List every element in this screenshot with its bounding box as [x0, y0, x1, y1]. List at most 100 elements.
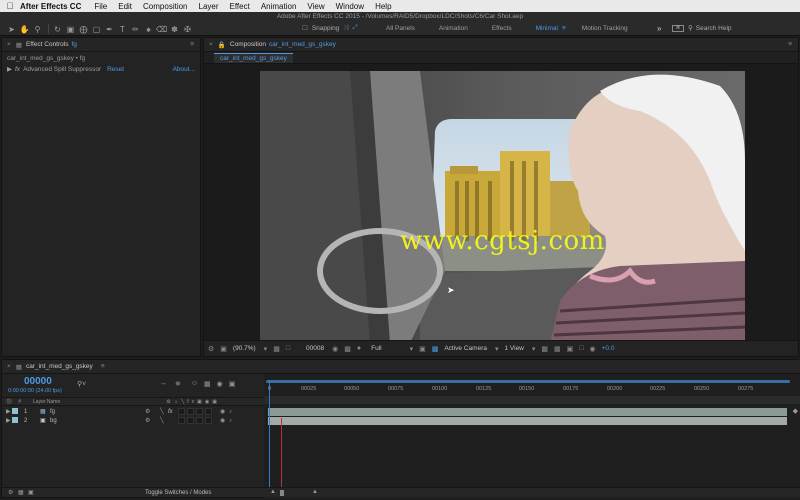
composition-subtab[interactable]: car_int_med_gs_gskey [214, 52, 293, 63]
about-link[interactable]: About... [173, 66, 195, 73]
audio-icon[interactable]: ♪ [229, 418, 232, 424]
show-snapshot-icon[interactable]: ▩ [344, 345, 351, 353]
flowchart-icon[interactable]: □ [579, 345, 583, 352]
view-layout-select[interactable]: 1 View [504, 345, 523, 352]
menu-view[interactable]: View [307, 2, 324, 11]
expand-time-icon[interactable]: ▣ [28, 489, 34, 496]
graph-editor-icon[interactable]: ▣ [229, 380, 236, 388]
fast-preview-icon[interactable]: ▦ [554, 345, 561, 353]
snapping-control[interactable]: ☐ Snapping ⤨ ⤢ [302, 24, 358, 32]
snap-expand-icon[interactable]: ⤢ [353, 24, 358, 32]
column-layer-name[interactable]: Layer Name [33, 399, 60, 405]
pen-tool-icon[interactable]: ✒ [104, 24, 115, 34]
shy-icon[interactable]: ☺ [191, 380, 198, 388]
search-help[interactable]: ⌘ ⚲ Search Help [672, 24, 732, 32]
workspace-animation[interactable]: Animation [439, 25, 468, 32]
quality-switch-icon[interactable]: ╲ [160, 408, 164, 415]
expand-arrow-icon[interactable]: ▶ [6, 408, 11, 415]
workspace-minimal[interactable]: Minimal [536, 25, 558, 32]
workspace-motion-tracking[interactable]: Motion Tracking [582, 25, 628, 32]
zoom-level[interactable]: (90.7%) [233, 345, 256, 352]
composition-tab[interactable]: × 🔒 Composition car_int_med_gs_gskey ≡ [204, 38, 798, 52]
menu-effect[interactable]: Effect [230, 2, 250, 11]
clone-stamp-tool-icon[interactable]: ♠ [143, 24, 154, 34]
switch-box[interactable] [187, 417, 194, 424]
lock-icon[interactable]: 🔒 [218, 41, 226, 49]
disclosure-triangle-icon[interactable]: ▶ [7, 65, 12, 73]
apple-icon[interactable]:  [0, 1, 20, 11]
visibility-eye-icon[interactable]: ◉ [220, 408, 225, 415]
effect-row[interactable]: ▶ fx Advanced Spill Suppressor Reset Abo… [2, 65, 200, 74]
dropdown-icon[interactable]: ▾ [532, 345, 536, 353]
layer-duration-bar[interactable] [268, 408, 787, 416]
switch-box[interactable] [178, 417, 185, 424]
expand-arrow-icon[interactable]: ▶ [6, 417, 11, 424]
camera-tool-icon[interactable]: ▣ [65, 24, 76, 34]
fx-icon[interactable]: fx [168, 409, 173, 415]
quality-switch-icon[interactable]: ╲ [160, 417, 164, 424]
timeline-icon[interactable]: ▣ [567, 345, 574, 353]
composition-viewer[interactable]: www.cgtsj.com ➤ [260, 71, 745, 343]
visibility-eye-icon[interactable]: ◉ [220, 417, 225, 424]
expand-transfer-icon[interactable]: ▦ [18, 489, 24, 496]
region-icon[interactable]: □ [286, 345, 290, 352]
panel-menu-icon[interactable]: ▦ [16, 41, 22, 49]
reset-link[interactable]: Reset [107, 66, 124, 73]
layer-row[interactable]: ▶ 2 ▣ bg ⚙ ╲ ◉ ♪ [2, 416, 264, 425]
time-navigator[interactable] [264, 396, 800, 404]
switch-box[interactable] [205, 417, 212, 424]
switch-box[interactable] [196, 417, 203, 424]
layer-name[interactable]: fg [50, 409, 55, 415]
monitor-icon[interactable]: ▣ [220, 345, 227, 353]
menu-animation[interactable]: Animation [261, 2, 297, 11]
transparency-grid-icon[interactable]: ▩ [432, 345, 439, 353]
camera-select[interactable]: Active Camera [444, 345, 487, 352]
dropdown-icon[interactable]: ▾ [495, 345, 499, 353]
snap-magnet-icon[interactable]: ⤨ [343, 24, 348, 32]
shy-switch-icon[interactable]: ⚙ [145, 417, 150, 424]
panel-options-icon[interactable]: ≡ [788, 41, 792, 48]
menu-file[interactable]: File [94, 2, 107, 11]
label-color-swatch[interactable] [12, 408, 18, 414]
timeline-timecode[interactable]: 00000 [24, 376, 52, 387]
menu-window[interactable]: Window [336, 2, 364, 11]
zoom-tool-icon[interactable]: ⚲ [32, 24, 43, 34]
current-time-indicator[interactable] [269, 380, 270, 490]
snapping-checkbox-icon[interactable]: ☐ [302, 24, 308, 32]
motion-blur-icon[interactable]: ◉ [217, 380, 223, 388]
menu-composition[interactable]: Composition [143, 2, 187, 11]
keyboard-icon[interactable]: ⌘ [672, 24, 684, 32]
selection-tool-icon[interactable]: ➤ [6, 24, 17, 34]
close-icon[interactable]: × [7, 41, 11, 48]
current-frame[interactable]: 00008 [306, 345, 324, 352]
timeline-graph[interactable]: 0 00025 00050 00075 00100 00125 00150 00… [264, 374, 800, 499]
dropdown-icon[interactable]: ▾ [410, 345, 414, 353]
brush-tool-icon[interactable]: ✏ [130, 24, 141, 34]
menu-app-name[interactable]: After Effects CC [20, 2, 81, 11]
workspace-all-panels[interactable]: All Panels [386, 25, 415, 32]
close-icon[interactable]: × [209, 41, 213, 48]
switch-box[interactable] [205, 408, 212, 415]
fx-icon[interactable]: fx [15, 66, 20, 73]
rotation-tool-icon[interactable]: ↻ [52, 24, 63, 34]
frame-blend-icon[interactable]: ▦ [204, 380, 211, 388]
effect-controls-tab[interactable]: × ▦ Effect Controls fg ≡ [2, 38, 200, 52]
zoom-out-icon[interactable]: ▲ [270, 489, 276, 495]
grid-icon[interactable]: ▦ [273, 345, 280, 353]
toggle-switches-modes[interactable]: Toggle Switches / Modes [145, 490, 211, 496]
zoom-slider-handle[interactable] [280, 490, 284, 496]
snapshot-icon[interactable]: ◉ [332, 345, 338, 353]
pan-behind-tool-icon[interactable]: ⨁ [78, 24, 89, 34]
keyframe-nav-icon[interactable]: ◆ [793, 407, 798, 415]
switch-box[interactable] [187, 408, 194, 415]
workspace-overflow-icon[interactable]: » [657, 24, 661, 33]
always-preview-icon[interactable]: ⚙ [208, 345, 214, 353]
comp-flowchart-icon[interactable]: ↔ [160, 380, 167, 388]
expand-layer-switches-icon[interactable]: ⚙ [8, 489, 13, 496]
rectangle-tool-icon[interactable]: ▢ [91, 24, 102, 34]
resolution-select[interactable]: Full [371, 345, 381, 352]
eraser-tool-icon[interactable]: ⌫ [156, 24, 167, 34]
hand-tool-icon[interactable]: ✋ [19, 24, 30, 34]
menu-help[interactable]: Help [375, 2, 391, 11]
switch-box[interactable] [178, 408, 185, 415]
